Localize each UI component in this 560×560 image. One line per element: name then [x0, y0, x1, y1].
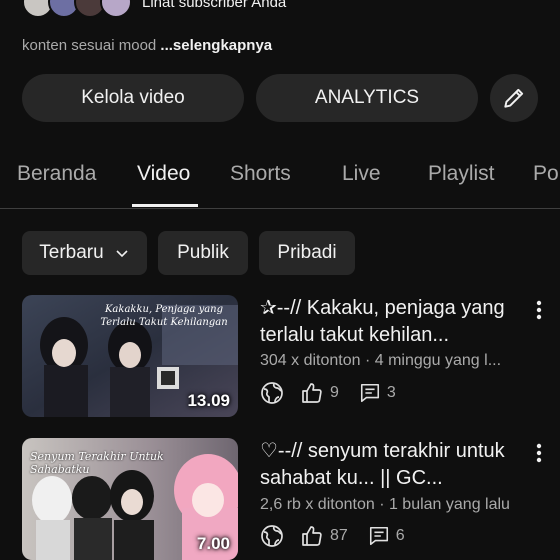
- thumbnail-caption: Senyum Terakhir Untuk Sahabatku: [30, 450, 164, 476]
- active-tab-indicator: [132, 204, 198, 207]
- tab-home[interactable]: Beranda: [17, 162, 96, 186]
- analytics-label: ANALYTICS: [314, 87, 420, 108]
- view-subscribers-link[interactable]: Lihat subscriber Anda: [142, 0, 286, 11]
- video-title[interactable]: ✰--// Kakaku, penjaga yang terlalu takut…: [260, 295, 530, 349]
- pencil-icon: [504, 88, 524, 108]
- video-title[interactable]: ♡--// senyum terakhir untuk sahabat ku..…: [260, 438, 530, 492]
- filter-public-chip[interactable]: Publik: [158, 231, 248, 275]
- comment-icon: [360, 383, 379, 403]
- manage-videos-label: Kelola video: [81, 87, 185, 108]
- video-duration: 7.00: [196, 534, 230, 553]
- tab-live[interactable]: Live: [342, 162, 381, 186]
- video-meta: 2,6 rb x ditonton · 1 bulan yang lalu: [260, 496, 510, 513]
- like-count: 9: [330, 384, 339, 401]
- thumbnail-caption: Kakakku, Penjaga yang Terlalu Takut Kehi…: [100, 304, 228, 328]
- video-stats: 9 3: [260, 381, 396, 405]
- subscriber-avatars[interactable]: [22, 0, 132, 18]
- comment-count: 3: [386, 384, 396, 401]
- globe-icon: [261, 382, 283, 404]
- manage-videos-button[interactable]: Kelola video: [22, 74, 244, 122]
- analytics-button[interactable]: ANALYTICS: [256, 74, 478, 122]
- thumbs-up-icon: [302, 383, 322, 403]
- channel-description[interactable]: konten sesuai mood ...selengkapnya: [22, 37, 272, 54]
- comment-icon: [369, 526, 388, 546]
- tab-posts[interactable]: Po: [533, 162, 559, 186]
- sort-dropdown[interactable]: Terbaru: [22, 231, 147, 275]
- tabs-divider: [0, 208, 560, 209]
- globe-icon: [261, 525, 283, 547]
- filter-private-label: Pribadi: [277, 242, 337, 263]
- like-count: 87: [330, 527, 348, 544]
- video-meta: 304 x ditonton · 4 minggu yang l...: [260, 352, 502, 369]
- avatar: [100, 0, 132, 18]
- video-duration: 13.09: [187, 391, 230, 410]
- tab-videos[interactable]: Video: [137, 162, 190, 186]
- thumbs-up-icon: [302, 526, 322, 546]
- sort-label: Terbaru: [39, 242, 104, 263]
- more-options-icon[interactable]: [532, 441, 546, 465]
- chevron-down-icon: [116, 250, 128, 258]
- edit-channel-button[interactable]: [490, 74, 538, 122]
- filter-public-label: Publik: [177, 242, 229, 263]
- video-stats: 87 6: [260, 524, 405, 548]
- comment-count: 6: [395, 527, 405, 544]
- channel-tabs: Beranda Video Shorts Live Playlist Po: [0, 162, 560, 208]
- tab-playlist[interactable]: Playlist: [428, 162, 495, 186]
- more-options-icon[interactable]: [532, 298, 546, 322]
- video-thumbnail[interactable]: Senyum Terakhir Untuk Sahabatku 7.00: [22, 438, 238, 560]
- description-text: konten sesuai mood: [22, 37, 161, 54]
- tab-shorts[interactable]: Shorts: [230, 162, 291, 186]
- filter-private-chip[interactable]: Pribadi: [259, 231, 355, 275]
- description-more-link[interactable]: ...selengkapnya: [160, 37, 272, 54]
- video-thumbnail[interactable]: Kakakku, Penjaga yang Terlalu Takut Kehi…: [22, 295, 238, 417]
